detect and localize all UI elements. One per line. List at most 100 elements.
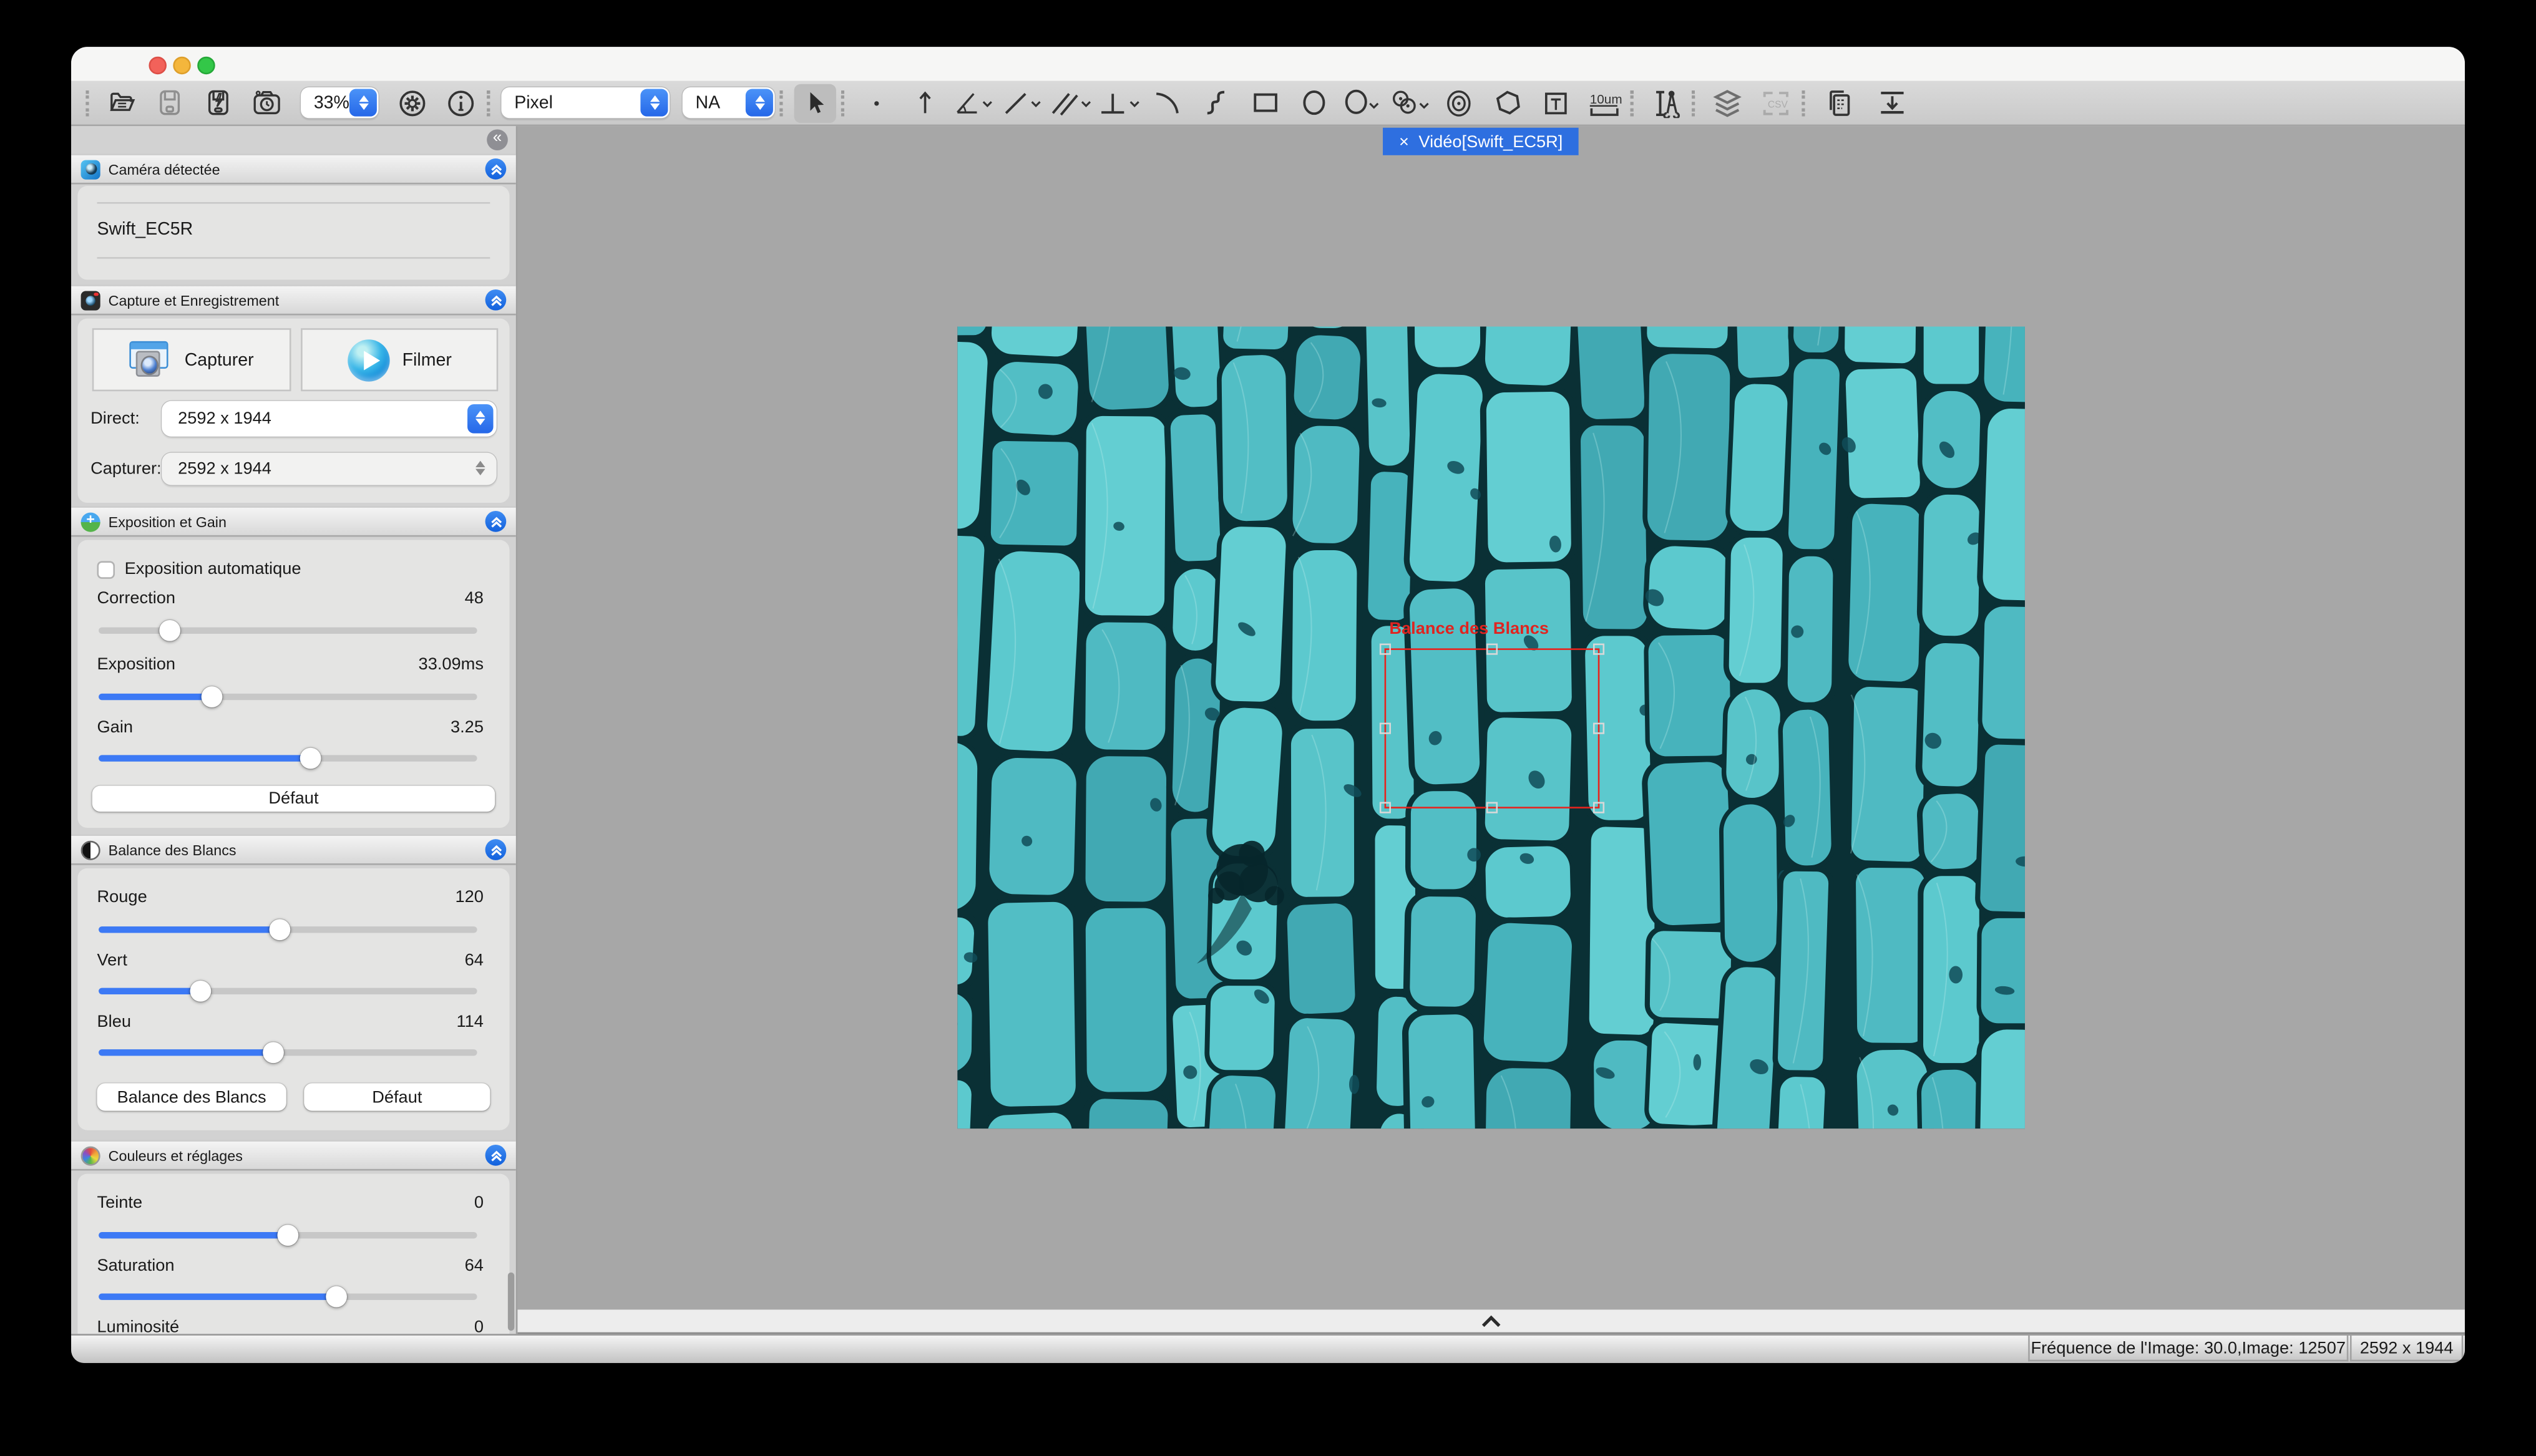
section-header-camera[interactable]: Caméra détectée: [71, 153, 516, 184]
capture-section-body: Capturer Filmer Direct: 2592 x 1944: [77, 319, 509, 503]
white-balance-default-button[interactable]: Défaut: [304, 1084, 490, 1111]
arrow-tool-button[interactable]: [904, 83, 946, 122]
polygon-tool-button[interactable]: [1486, 83, 1528, 122]
scalebar-tool-button[interactable]: 10um: [1583, 83, 1625, 122]
direct-resolution-select[interactable]: 2592 x 1944: [162, 400, 497, 435]
capture-resolution-select[interactable]: 2592 x 1944: [162, 452, 497, 484]
zoom-window-button[interactable]: [197, 57, 215, 75]
import-export-button[interactable]: [1871, 83, 1913, 122]
toolbar: 33% Pixel NA: [71, 81, 2465, 127]
section-header-capture[interactable]: Capture et Enregistrement: [71, 284, 516, 315]
point-icon: [866, 91, 888, 114]
bottom-panel-expander[interactable]: [517, 1309, 2465, 1334]
circle-tool-button[interactable]: [1292, 83, 1334, 122]
parallel-tool-button[interactable]: [1050, 83, 1091, 122]
rectangle-icon: [1251, 90, 1279, 115]
screen: 33% Pixel NA: [0, 0, 2536, 1456]
stepper-icon: [746, 89, 773, 117]
divider: [97, 257, 490, 259]
section-header-white-balance[interactable]: Balance des Blancs: [71, 834, 516, 865]
white-balance-roi[interactable]: [1385, 648, 1600, 808]
tab-close-icon[interactable]: ×: [1399, 132, 1409, 151]
main-viewport: × Vidéo[Swift_EC5R] Balance des Blancs: [517, 126, 2465, 1334]
roi-handle[interactable]: [1380, 723, 1391, 734]
collapse-section-icon[interactable]: [485, 839, 507, 860]
section-header-exposure[interactable]: Exposition et Gain: [71, 506, 516, 536]
minimize-window-button[interactable]: [173, 57, 191, 75]
csv-export-button[interactable]: CSV: [1755, 83, 1797, 122]
exposure-default-button[interactable]: Défaut: [92, 786, 495, 812]
slider-thumb[interactable]: [270, 919, 291, 940]
duplicate-button[interactable]: [1817, 83, 1858, 122]
sidebar-scrollbar[interactable]: [508, 1273, 514, 1331]
camera-device-item[interactable]: Swift_EC5R: [97, 220, 193, 239]
green-slider[interactable]: [99, 988, 477, 994]
perpendicular-tool-button[interactable]: [1098, 83, 1140, 122]
blue-slider[interactable]: [99, 1049, 477, 1056]
annulus-tool-button[interactable]: [1389, 83, 1431, 122]
roi-handle[interactable]: [1380, 644, 1391, 655]
white-balance-button[interactable]: Balance des Blancs: [97, 1084, 286, 1111]
exposure-slider[interactable]: [99, 694, 477, 700]
roi-handle[interactable]: [1486, 802, 1498, 813]
open-file-button[interactable]: [100, 83, 142, 122]
slider-thumb[interactable]: [160, 620, 181, 641]
capture-button[interactable]: Capturer: [92, 328, 291, 391]
slider-thumb[interactable]: [326, 1286, 348, 1308]
arc-icon: [1153, 90, 1183, 115]
roi-handle[interactable]: [1593, 802, 1604, 813]
tab-label: Vidéo[Swift_EC5R]: [1418, 132, 1563, 151]
save-button[interactable]: [149, 83, 190, 122]
concentric-circles-tool-button[interactable]: [1438, 83, 1480, 122]
settings-button[interactable]: [391, 83, 433, 122]
pointer-tool-button[interactable]: [794, 83, 836, 122]
slider-thumb[interactable]: [278, 1225, 299, 1246]
collapse-section-icon[interactable]: [485, 289, 507, 311]
close-window-button[interactable]: [149, 57, 167, 75]
point-tool-button[interactable]: [856, 83, 897, 122]
angle-tool-button[interactable]: [953, 83, 995, 122]
linked-circles-icon: [1389, 89, 1431, 117]
ellipse-tool-button[interactable]: [1341, 83, 1383, 122]
save-flash-button[interactable]: [197, 83, 239, 122]
correction-slider[interactable]: [99, 628, 477, 634]
sidebar-collapse-button[interactable]: «: [487, 129, 508, 150]
layers-button[interactable]: [1706, 83, 1748, 122]
collapse-section-icon[interactable]: [485, 158, 507, 180]
info-button[interactable]: [440, 83, 482, 122]
collapse-section-icon[interactable]: [485, 1145, 507, 1166]
gain-slider[interactable]: [99, 755, 477, 761]
hue-slider[interactable]: [99, 1232, 477, 1238]
record-button[interactable]: Filmer: [301, 328, 498, 391]
scalebar-icon: 10um: [1587, 90, 1622, 115]
slider-thumb[interactable]: [300, 748, 321, 769]
text-tool-button[interactable]: [1535, 83, 1577, 122]
roi-handle[interactable]: [1593, 723, 1604, 734]
unit-value: Pixel: [514, 93, 553, 112]
saturation-slider[interactable]: [99, 1293, 477, 1299]
camera-icon: [81, 290, 100, 309]
camera-timer-icon: [252, 89, 281, 117]
arc-tool-button[interactable]: [1147, 83, 1189, 122]
roi-handle[interactable]: [1593, 644, 1604, 655]
zoom-level-select[interactable]: 33%: [301, 87, 378, 118]
svg-text:10um: 10um: [1590, 92, 1622, 106]
slider-thumb[interactable]: [202, 686, 223, 707]
slider-thumb[interactable]: [190, 981, 212, 1002]
objective-na-select[interactable]: NA: [683, 87, 775, 118]
roi-handle[interactable]: [1486, 644, 1498, 655]
video-tab[interactable]: × Vidéo[Swift_EC5R]: [1383, 128, 1579, 155]
line-tool-button[interactable]: [1001, 83, 1043, 122]
unit-select[interactable]: Pixel: [501, 87, 670, 118]
red-slider[interactable]: [99, 926, 477, 933]
live-video-view[interactable]: Balance des Blancs: [957, 327, 2025, 1129]
auto-exposure-checkbox[interactable]: [97, 560, 115, 578]
measure-tool-button[interactable]: [1645, 83, 1687, 122]
section-header-colors[interactable]: Couleurs et réglages: [71, 1140, 516, 1170]
roi-handle[interactable]: [1380, 802, 1391, 813]
collapse-section-icon[interactable]: [485, 511, 507, 532]
curve-tool-button[interactable]: [1195, 83, 1237, 122]
slider-thumb[interactable]: [262, 1042, 283, 1063]
rectangle-tool-button[interactable]: [1244, 83, 1285, 122]
snapshot-timer-button[interactable]: [246, 83, 288, 122]
